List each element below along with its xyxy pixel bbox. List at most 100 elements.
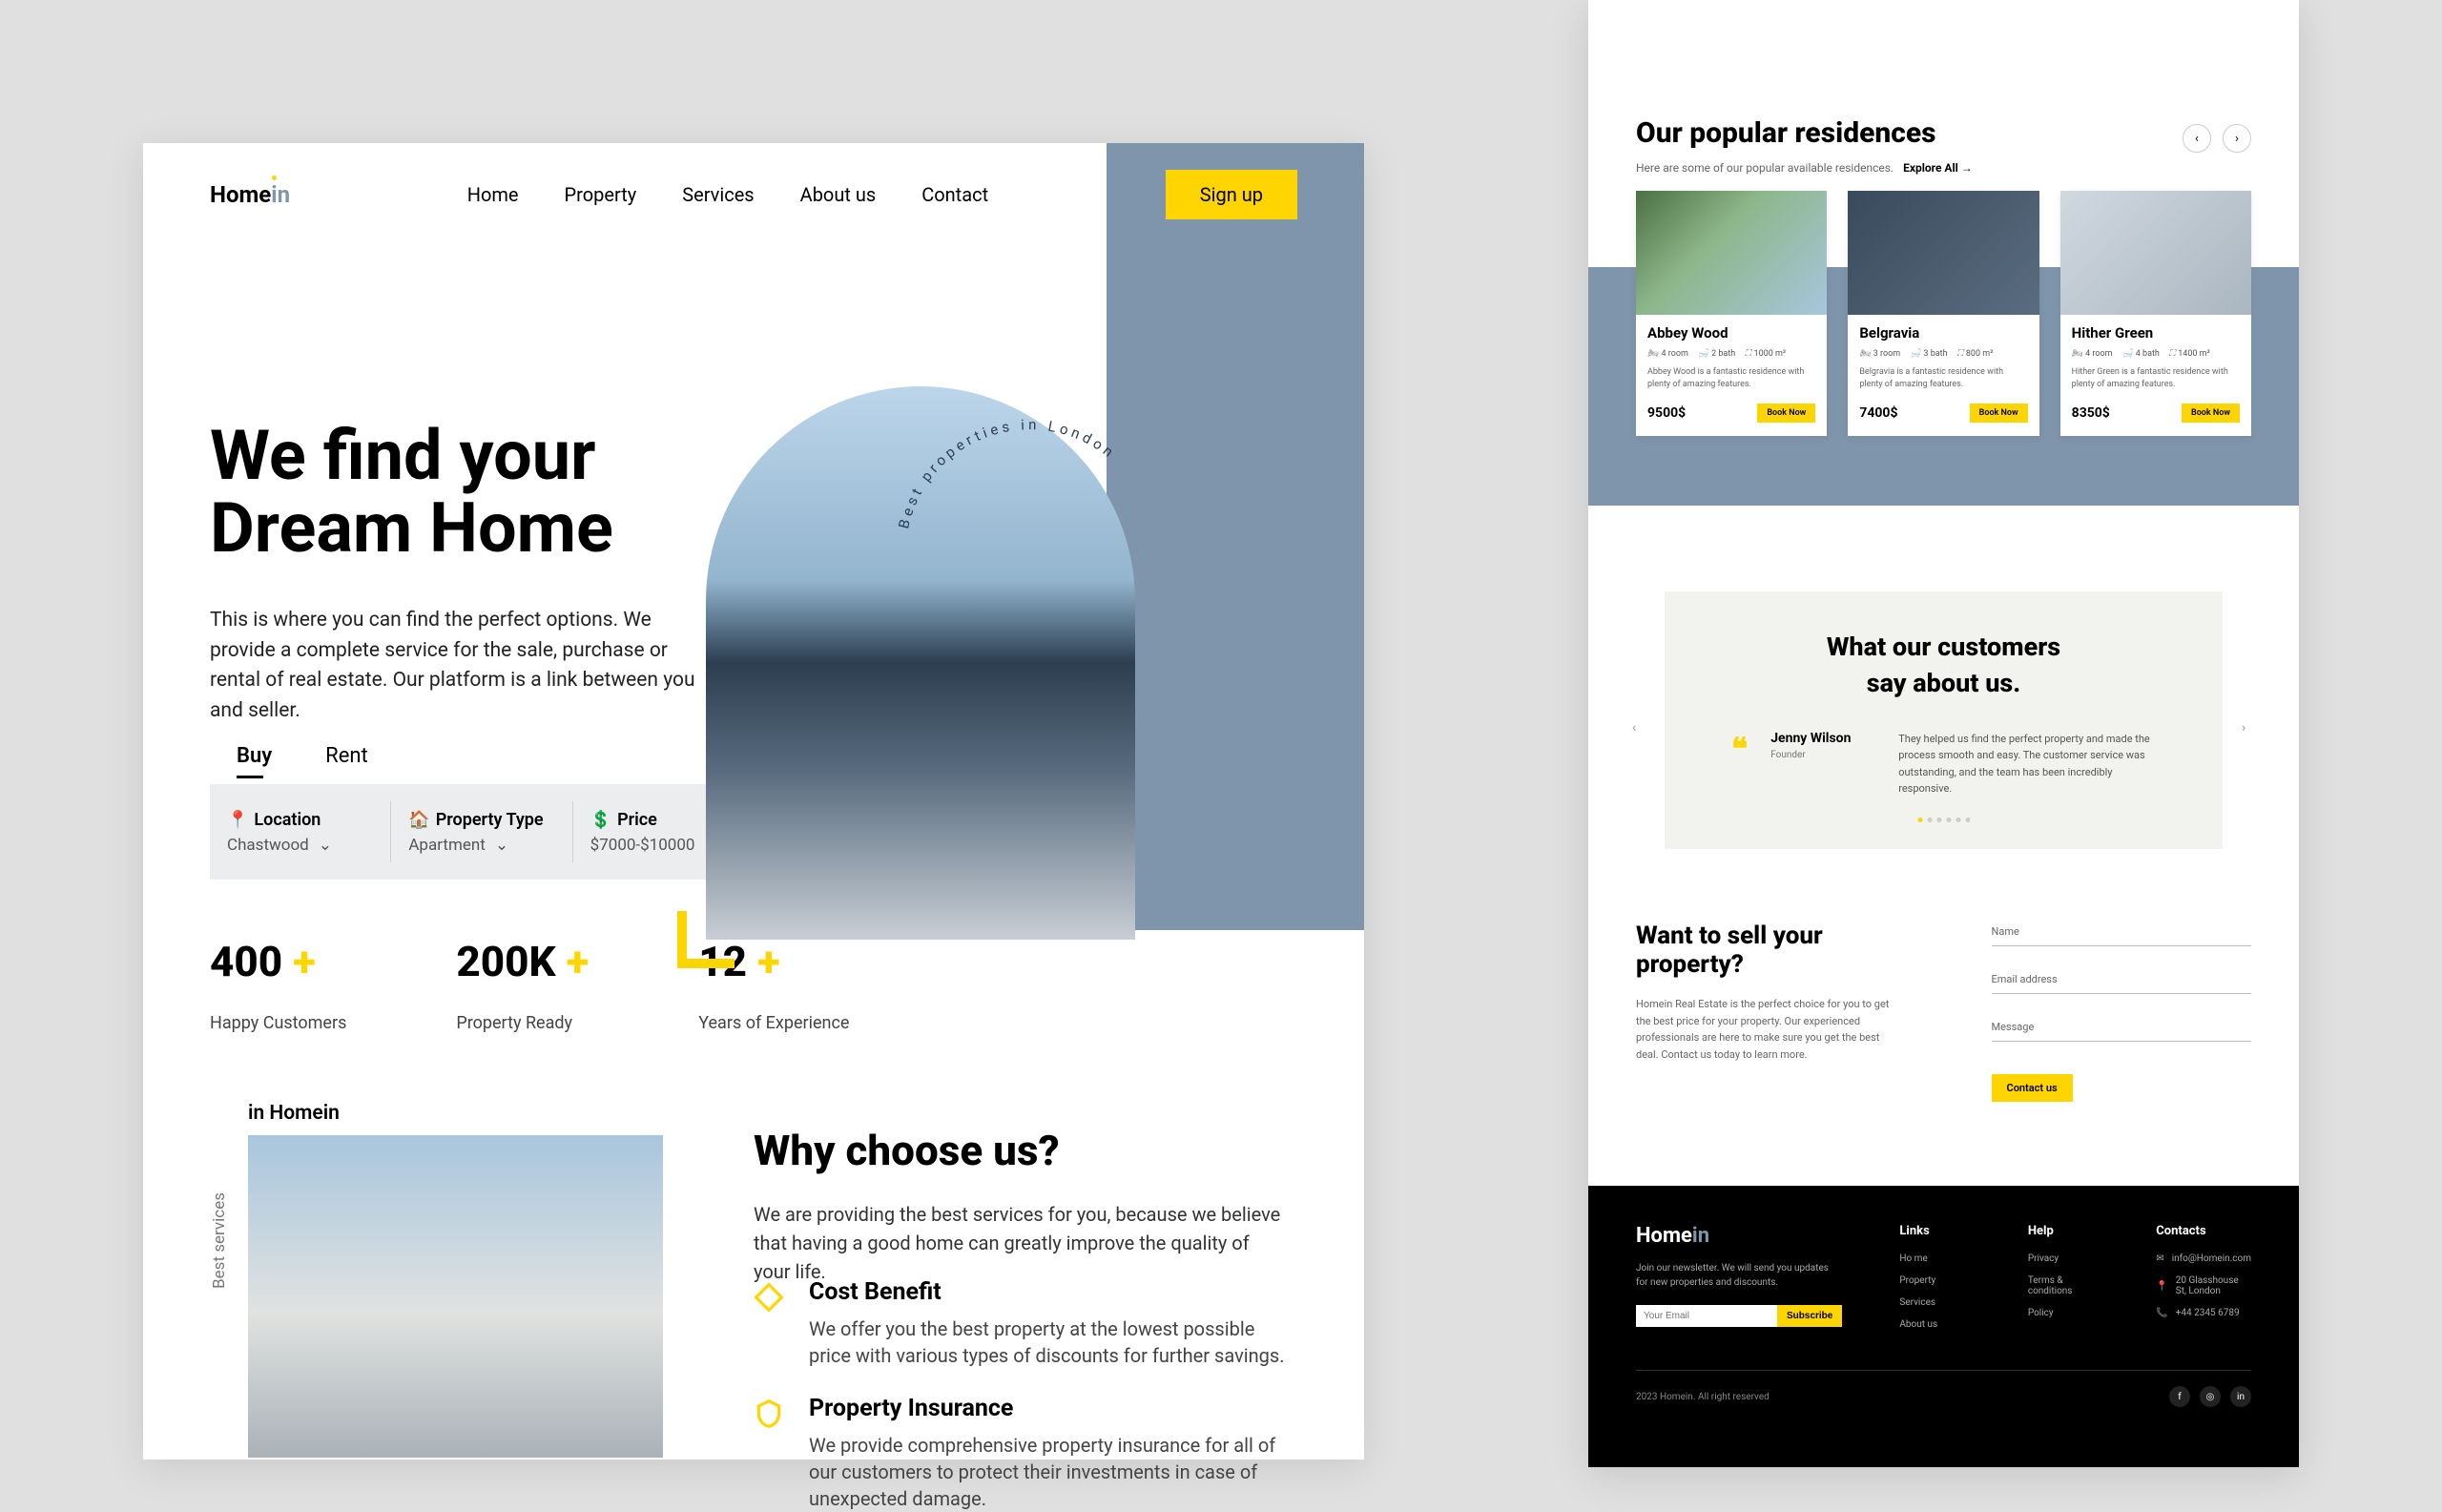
spec-room: 4 room [1661,349,1687,359]
spec-area: 1000 m² [1754,349,1787,359]
stats-row: 400 +Happy Customers 200K +Property Read… [210,937,849,1033]
nav-home[interactable]: Home [467,183,519,206]
brand-b: in [1692,1224,1709,1248]
signup-button[interactable]: Sign up [1166,170,1297,219]
contact-address: 20 Glasshouse St, London [2176,1275,2251,1296]
hero-line-1: We find your [210,420,613,492]
book-now-button[interactable]: Book Now [1970,404,2028,423]
brand-a: Home [210,181,271,208]
nav-about[interactable]: About us [800,183,877,206]
testi-text: They helped us find the perfect property… [1898,731,2156,797]
listing-card[interactable]: Hither Green 🛏4 room 🛁4 bath ⛶1400 m² Hi… [2060,191,2251,436]
message-field[interactable]: Message [1992,1017,2252,1042]
dot-indicator[interactable] [1936,818,1941,822]
nav-property[interactable]: Property [565,183,637,206]
hero-arch-image: Best properties in London [706,386,1135,940]
bed-icon: 🛏 [2072,349,2082,359]
plus-icon: + [757,937,780,986]
bath-icon: 🛁 [2122,349,2133,359]
footer-link[interactable]: Privacy [2028,1253,2099,1264]
quote-icon: ❝ [1731,731,1748,797]
search-type-label: Property Type [436,810,544,830]
hero-line-2: Dream Home [210,492,613,565]
search-type[interactable]: 🏠Property Type Apartment⌄ [391,801,572,862]
footer-logo[interactable]: Homein [1636,1224,1842,1248]
brand-a: Home [1636,1224,1692,1248]
subscribe-button[interactable]: Subscribe [1777,1305,1842,1327]
feature-title: Property Insurance [809,1395,1288,1422]
tag-icon [754,1282,784,1313]
contact-us-button[interactable]: Contact us [1992,1074,2073,1102]
bed-icon: 🛏 [1859,349,1870,359]
book-now-button[interactable]: Book Now [2182,404,2240,423]
testi-next-button[interactable]: › [2242,720,2255,734]
search-location[interactable]: 📍Location Chastwood⌄ [210,801,391,862]
testi-person-name: Jenny Wilson [1770,731,1875,746]
sell-section: Want to sell your property? Homein Real … [1636,922,2251,1102]
contact-email: info@Homein.com [2172,1253,2251,1264]
prev-arrow-button[interactable]: ‹ [2183,124,2211,153]
listing-price: 8350$ [2072,405,2110,421]
header: Homein Home Property Services About us C… [210,170,1297,219]
linkedin-icon[interactable]: in [2230,1386,2251,1407]
listing-card[interactable]: Abbey Wood 🛏4 room 🛁2 bath ⛶1000 m² Abbe… [1636,191,1827,436]
footer-link[interactable]: About us [1899,1319,1970,1330]
email-field[interactable]: Email address [1992,969,2252,994]
stat-label: Years of Experience [698,1013,849,1033]
why-title: Why choose us? [754,1126,1060,1175]
footer-link[interactable]: Property [1899,1275,1970,1286]
explore-all-link[interactable]: Explore All → [1903,161,1973,175]
footer-link[interactable]: Policy [2028,1308,2099,1318]
dot-indicator[interactable] [1917,818,1922,822]
dot-indicator[interactable] [1956,818,1960,822]
brand-logo[interactable]: Homein [210,181,290,208]
listing-image [1848,191,2038,315]
left-page-panel: Homein Home Property Services About us C… [143,143,1364,1460]
mail-icon: ✉ [2156,1253,2163,1264]
popular-sub: Here are some of our popular available r… [1636,161,1894,175]
brand-b: in [271,181,290,208]
area-icon: ⛶ [1957,349,1963,359]
listing-image [1636,191,1827,315]
curved-text: Best properties in London [889,358,1156,549]
dot-indicator[interactable] [1946,818,1951,822]
name-field[interactable]: Name [1992,922,2252,946]
dot-indicator[interactable] [1927,818,1932,822]
book-now-button[interactable]: Book Now [1757,404,1815,423]
footer-help-col: Help Privacy Terms & conditions Policy [2028,1224,2099,1341]
search-bar: 📍Location Chastwood⌄ 🏠Property Type Apar… [210,784,754,880]
best-services-side-label: Best services [210,1192,229,1289]
footer-link[interactable]: Services [1899,1297,1970,1308]
spec-room: 4 room [2085,349,2112,359]
nav-contact[interactable]: Contact [921,183,988,206]
best-services-title: in Homein [248,1102,340,1125]
instagram-icon[interactable]: ◎ [2200,1386,2221,1407]
spec-bath: 4 bath [2136,349,2160,359]
facebook-icon[interactable]: f [2169,1386,2190,1407]
footer-link[interactable]: Terms & conditions [2028,1275,2099,1296]
listing-desc: Belgravia is a fantastic residence with … [1859,366,2027,390]
stat-property: 200K +Property Ready [456,937,589,1033]
hero-title: We find your Dream Home [210,420,613,564]
cards-row: Abbey Wood 🛏4 room 🛁2 bath ⛶1000 m² Abbe… [1636,191,2251,436]
testi-dots [1917,818,1970,822]
spec-room: 3 room [1873,349,1900,359]
listing-card[interactable]: Belgravia 🛏3 room 🛁3 bath ⛶800 m² Belgra… [1848,191,2038,436]
testi-title-1: What our customers [1827,632,2060,662]
next-arrow-button[interactable]: › [2223,124,2251,153]
stat-label: Happy Customers [210,1013,346,1033]
footer-link[interactable]: Ho me [1899,1253,1970,1264]
shield-icon [754,1398,784,1429]
listing-desc: Hither Green is a fantastic residence wi… [2072,366,2240,390]
dot-indicator[interactable] [1965,818,1970,822]
newsletter-email-input[interactable] [1636,1305,1777,1327]
testi-prev-button[interactable]: ‹ [1632,720,1645,734]
listing-title: Abbey Wood [1647,324,1815,342]
plus-icon: + [293,937,316,986]
pin-icon: 📍 [2156,1281,2167,1292]
chevron-down-icon: ⌄ [495,836,508,855]
footer-col-heading: Help [2028,1224,2099,1238]
nav-services[interactable]: Services [682,183,754,206]
carousel-arrows: ‹ › [2183,124,2251,153]
popular-header: Our popular residences Here are some of … [1636,116,2251,175]
